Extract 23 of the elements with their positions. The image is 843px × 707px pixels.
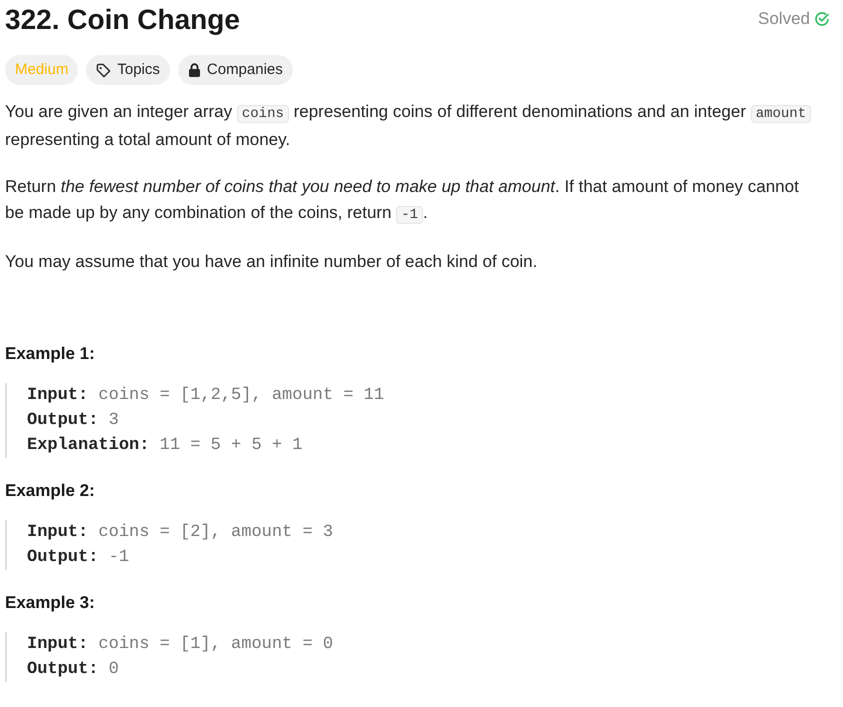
description-paragraph: Return the fewest number of coins that you need to make up that amount. If that amount of money cannot be made up by any combination of the coins, return -1 .: [5, 176, 800, 226]
inline-code: amount: [750, 105, 812, 123]
example-heading: Example 2:: [5, 480, 96, 502]
example-line: Explanation: 11 = 5 + 5 + 1: [27, 435, 304, 457]
example-heading: Example 1:: [5, 343, 96, 365]
companies-button[interactable]: Companies: [178, 55, 293, 85]
solved-status: Solved: [758, 8, 810, 30]
description-paragraph: You may assume that you have an infinite number of each kind of coin.: [5, 251, 538, 273]
inline-code: coins: [236, 105, 289, 123]
example-line: Output: -1: [27, 547, 130, 569]
tag-icon: [96, 62, 112, 78]
topics-button[interactable]: Topics: [86, 55, 170, 85]
description-paragraph: You are given an integer array coins representing coins of different denominations and an integer amount representing a total amount of money.: [5, 99, 818, 153]
example-line: Input: coins = [1,2,5], amount = 11: [27, 385, 386, 407]
inline-code: -1: [396, 206, 424, 224]
example-line: Output: 3: [27, 410, 120, 432]
example-line: Output: 0: [27, 659, 120, 681]
problem-title: 322. Coin Change: [5, 3, 240, 37]
difficulty-badge: Medium: [5, 55, 78, 85]
example-line: Input: coins = [2], amount = 3: [27, 522, 334, 544]
example-line: Input: coins = [1], amount = 0: [27, 634, 334, 656]
example-heading: Example 3:: [5, 592, 96, 614]
lock-icon: [188, 63, 201, 77]
